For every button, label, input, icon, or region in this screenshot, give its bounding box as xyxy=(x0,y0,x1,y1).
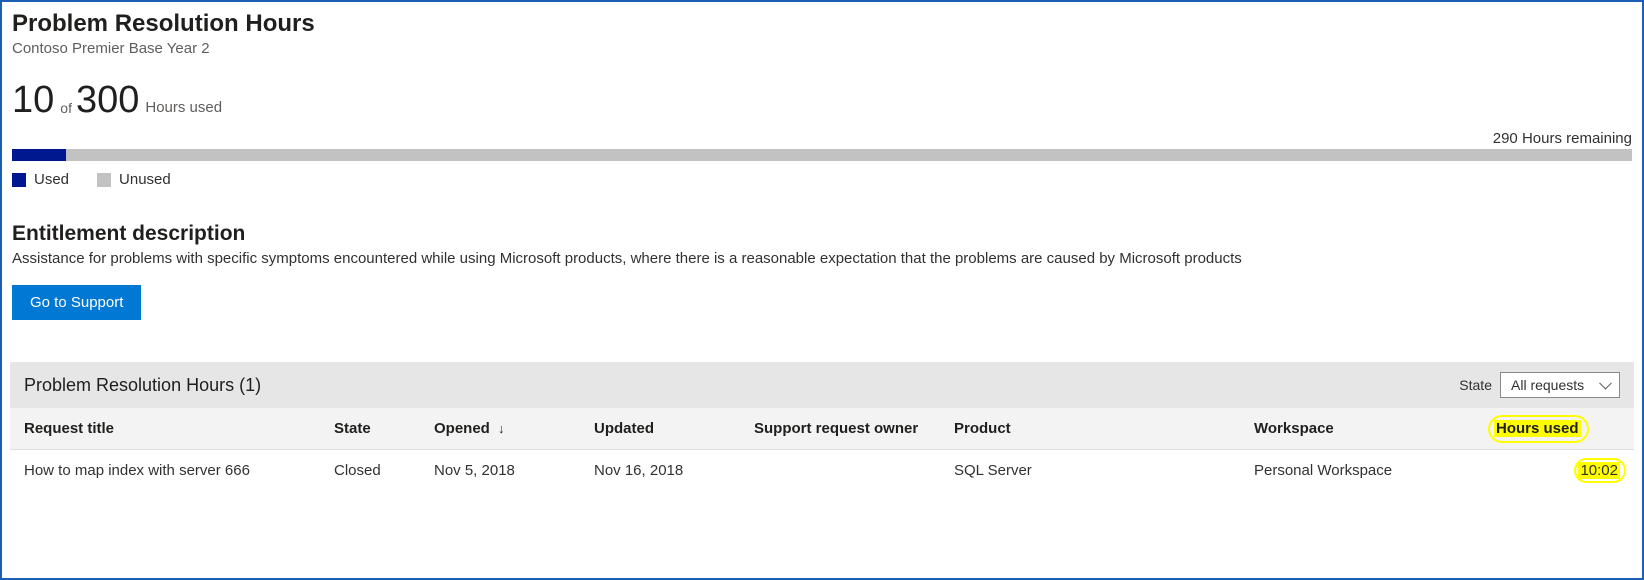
cell-updated: Nov 16, 2018 xyxy=(580,450,740,492)
cell-hours-used-value: 10:02 xyxy=(1578,462,1620,479)
cell-owner xyxy=(740,450,940,492)
usage-progress-bar xyxy=(12,149,1632,161)
cell-opened: Nov 5, 2018 xyxy=(420,450,580,492)
col-updated[interactable]: Updated xyxy=(580,408,740,450)
usage-legend: Used Unused xyxy=(12,171,1632,188)
col-owner[interactable]: Support request owner xyxy=(740,408,940,450)
swatch-unused-icon xyxy=(97,173,111,187)
table-row[interactable]: How to map index with server 666 Closed … xyxy=(10,450,1634,492)
of-label: of xyxy=(60,100,72,122)
legend-used-label: Used xyxy=(34,171,69,188)
cell-workspace: Personal Workspace xyxy=(1240,450,1480,492)
state-filter-label: State xyxy=(1459,377,1492,393)
state-filter-value: All requests xyxy=(1511,377,1584,393)
page-subtitle: Contoso Premier Base Year 2 xyxy=(12,40,1632,57)
hours-used-label: Hours used xyxy=(145,99,222,122)
requests-table-section: Problem Resolution Hours (1) State All r… xyxy=(10,362,1634,491)
col-product[interactable]: Product xyxy=(940,408,1240,450)
col-opened[interactable]: Opened ↓ xyxy=(420,408,580,450)
table-header-row: Request title State Opened ↓ Updated Sup… xyxy=(10,408,1634,450)
page-title: Problem Resolution Hours xyxy=(12,10,1632,38)
sort-descending-icon: ↓ xyxy=(498,421,505,436)
cell-state: Closed xyxy=(320,450,420,492)
hours-summary: 10 of 300 Hours used xyxy=(12,79,1632,122)
legend-unused-label: Unused xyxy=(119,171,171,188)
legend-used: Used xyxy=(12,171,69,188)
hours-used-value: 10 xyxy=(12,79,54,122)
col-opened-label: Opened xyxy=(434,420,490,437)
legend-unused: Unused xyxy=(97,171,171,188)
entitlement-description: Assistance for problems with specific sy… xyxy=(12,250,1632,267)
entitlement-header: Entitlement description xyxy=(12,222,1632,246)
usage-progress-used xyxy=(12,149,66,161)
go-to-support-button[interactable]: Go to Support xyxy=(12,285,141,320)
col-hours-used-label: Hours used xyxy=(1494,420,1581,437)
state-filter: State All requests xyxy=(1459,372,1620,398)
table-header-bar: Problem Resolution Hours (1) State All r… xyxy=(10,362,1634,408)
table-title: Problem Resolution Hours (1) xyxy=(24,375,261,396)
swatch-used-icon xyxy=(12,173,26,187)
col-workspace[interactable]: Workspace xyxy=(1240,408,1480,450)
hours-remaining-label: 290 Hours remaining xyxy=(12,130,1632,147)
cell-product: SQL Server xyxy=(940,450,1240,492)
state-filter-select[interactable]: All requests xyxy=(1500,372,1620,398)
cell-request-title: How to map index with server 666 xyxy=(10,450,320,492)
cell-hours-used: 10:02 xyxy=(1480,450,1634,492)
hours-total-value: 300 xyxy=(76,79,139,122)
col-request-title[interactable]: Request title xyxy=(10,408,320,450)
requests-table: Request title State Opened ↓ Updated Sup… xyxy=(10,408,1634,491)
col-hours-used[interactable]: Hours used xyxy=(1480,408,1634,450)
col-state[interactable]: State xyxy=(320,408,420,450)
